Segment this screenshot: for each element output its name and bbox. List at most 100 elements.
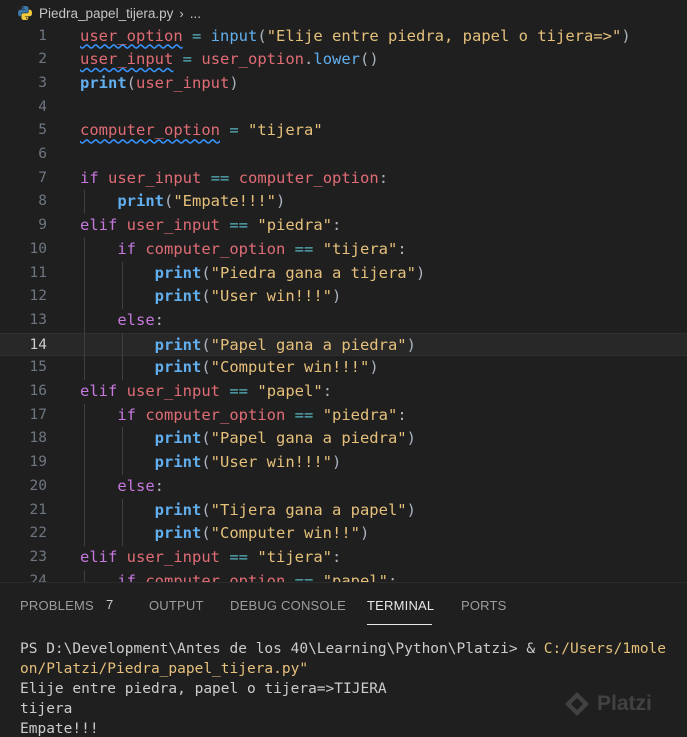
line-number: 8 <box>38 193 47 210</box>
code-text: print("Papel gana a piedra") <box>154 335 416 354</box>
indent-guide <box>122 498 123 546</box>
terminal-output-line: Elije entre piedra, papel o tijera=>TIJE… <box>20 681 387 697</box>
code-text: user_option = input("Elije entre piedra,… <box>80 26 631 45</box>
breadcrumb: Piedra_papel_tijera.py › ... <box>0 0 687 26</box>
line-number: 2 <box>38 51 47 68</box>
terminal[interactable]: PS D:\Development\Antes de los 40\Learni… <box>0 629 687 737</box>
code-line[interactable]: 9 elif user_input == "piedra": <box>0 214 687 238</box>
code-line[interactable]: 12 print("User win!!!") <box>0 285 687 309</box>
active-tab-indicator <box>367 624 432 625</box>
code-line[interactable]: 15 print("Computer win!!!") <box>0 356 687 380</box>
code-line[interactable]: 7 if user_input == computer_option: <box>0 167 687 191</box>
code-text: print("Papel gana a piedra") <box>154 429 416 448</box>
terminal-output-line: tijera <box>20 701 73 717</box>
code-text: print("Piedra gana a tijera") <box>154 263 426 282</box>
code-line[interactable]: 22 print("Computer win!!") <box>0 522 687 546</box>
code-line[interactable]: 16 elif user_input == "papel": <box>0 380 687 404</box>
code-text: print(user_input) <box>80 73 239 92</box>
code-line[interactable]: 19 print("User win!!!") <box>0 451 687 475</box>
code-line[interactable]: 5 computer_option = "tijera" <box>0 119 687 143</box>
line-number: 11 <box>29 264 47 281</box>
line-number: 19 <box>29 454 47 471</box>
code-line[interactable]: 23 elif user_input == "tijera": <box>0 546 687 570</box>
code-text: else: <box>117 310 164 329</box>
code-line[interactable]: 3 print(user_input) <box>0 72 687 96</box>
code-text: print("Computer win!!!") <box>154 358 379 377</box>
chevron-right-icon: › <box>179 5 184 21</box>
line-number: 16 <box>29 383 47 399</box>
line-number: 12 <box>29 288 47 305</box>
code-line[interactable]: 20 else: <box>0 475 687 499</box>
indent-guide <box>84 403 85 546</box>
code-line[interactable]: 13 else: <box>0 309 687 333</box>
line-number: 24 <box>29 572 47 582</box>
code-line[interactable]: 2 user_input = user_option.lower() <box>0 48 687 72</box>
code-text: print("Empate!!!") <box>117 192 286 211</box>
problems-count-badge: 7 <box>106 597 114 612</box>
code-text: if user_input == computer_option: <box>80 168 389 187</box>
line-number: 9 <box>38 217 47 234</box>
indent-guide <box>122 261 123 309</box>
code-line[interactable]: 24 if computer_option == "papel": <box>0 570 687 582</box>
indent-guide <box>84 237 85 380</box>
code-text: user_input = user_option.lower() <box>80 50 379 69</box>
code-text: else: <box>117 476 164 495</box>
code-editor[interactable]: 1 user_option = input("Elije entre piedra… <box>0 26 687 582</box>
breadcrumb-filename[interactable]: Piedra_papel_tijera.py <box>39 6 173 21</box>
indent-guide <box>122 332 123 380</box>
line-number: 17 <box>29 406 47 423</box>
code-line[interactable]: 17 if computer_option == "piedra": <box>0 404 687 428</box>
code-text: if computer_option == "papel": <box>117 571 398 582</box>
code-line[interactable]: 11 print("Piedra gana a tijera") <box>0 262 687 286</box>
code-text: print("Tijera gana a papel") <box>154 500 416 519</box>
line-number: 5 <box>38 122 47 139</box>
tab-debug-console[interactable]: DEBUG CONSOLE <box>230 598 346 613</box>
tab-output[interactable]: OUTPUT <box>149 598 204 613</box>
platzi-watermark: Platzi <box>563 690 652 718</box>
line-number: 13 <box>29 311 47 328</box>
breadcrumb-ellipsis[interactable]: ... <box>190 6 201 21</box>
platzi-logo-icon <box>565 692 589 716</box>
terminal-output-line: Empate!!! <box>20 721 99 737</box>
line-number: 18 <box>29 430 47 447</box>
line-number: 23 <box>29 548 47 565</box>
line-number: 15 <box>29 359 47 376</box>
code-text: if computer_option == "tijera": <box>117 239 407 258</box>
line-number: 14 <box>29 336 47 353</box>
code-text: print("User win!!!") <box>154 287 342 306</box>
indent-guide <box>84 569 85 582</box>
terminal-prompt: PS D:\Development\Antes de los 40\Learni… <box>20 641 544 657</box>
code-line[interactable]: 21 print("Tijera gana a papel") <box>0 499 687 523</box>
code-text: print("Computer win!!") <box>154 524 370 543</box>
tab-terminal[interactable]: TERMINAL <box>367 598 434 613</box>
watermark-text: Platzi <box>597 692 652 715</box>
indent-guide <box>84 190 85 215</box>
code-line[interactable]: 4 <box>0 96 687 120</box>
tab-ports[interactable]: PORTS <box>461 598 507 613</box>
code-text: computer_option = "tijera" <box>80 121 323 140</box>
code-line[interactable]: 18 print("Papel gana a piedra") <box>0 427 687 451</box>
terminal-command: C:/Users/1mole <box>543 641 667 657</box>
code-text: if computer_option == "piedra": <box>117 405 407 424</box>
code-line[interactable]: 6 <box>0 143 687 167</box>
panel-tab-bar: PROBLEMS 7 OUTPUT DEBUG CONSOLE TERMINAL… <box>0 583 687 629</box>
line-number: 3 <box>38 74 47 91</box>
python-icon <box>17 5 33 21</box>
code-line[interactable]: 10 if computer_option == "tijera": <box>0 238 687 262</box>
line-number: 21 <box>29 501 47 518</box>
code-line[interactable]: 14 print("Papel gana a piedra") <box>0 332 687 357</box>
line-number: 10 <box>29 240 47 257</box>
code-text: elif user_input == "tijera": <box>80 547 342 566</box>
code-text: print("User win!!!") <box>154 453 342 472</box>
code-text: elif user_input == "piedra": <box>80 216 342 235</box>
indent-guide <box>122 427 123 475</box>
line-number: 6 <box>38 146 47 162</box>
line-number: 1 <box>38 27 47 44</box>
terminal-line: PS D:\Development\Antes de los 40\Learni… <box>20 639 666 659</box>
line-number: 22 <box>29 525 47 542</box>
line-number: 7 <box>38 169 47 186</box>
code-line[interactable]: 1 user_option = input("Elije entre piedra… <box>0 26 687 48</box>
tab-problems[interactable]: PROBLEMS <box>20 598 94 613</box>
code-line[interactable]: 8 print("Empate!!!") <box>0 190 687 214</box>
line-number: 20 <box>29 477 47 494</box>
